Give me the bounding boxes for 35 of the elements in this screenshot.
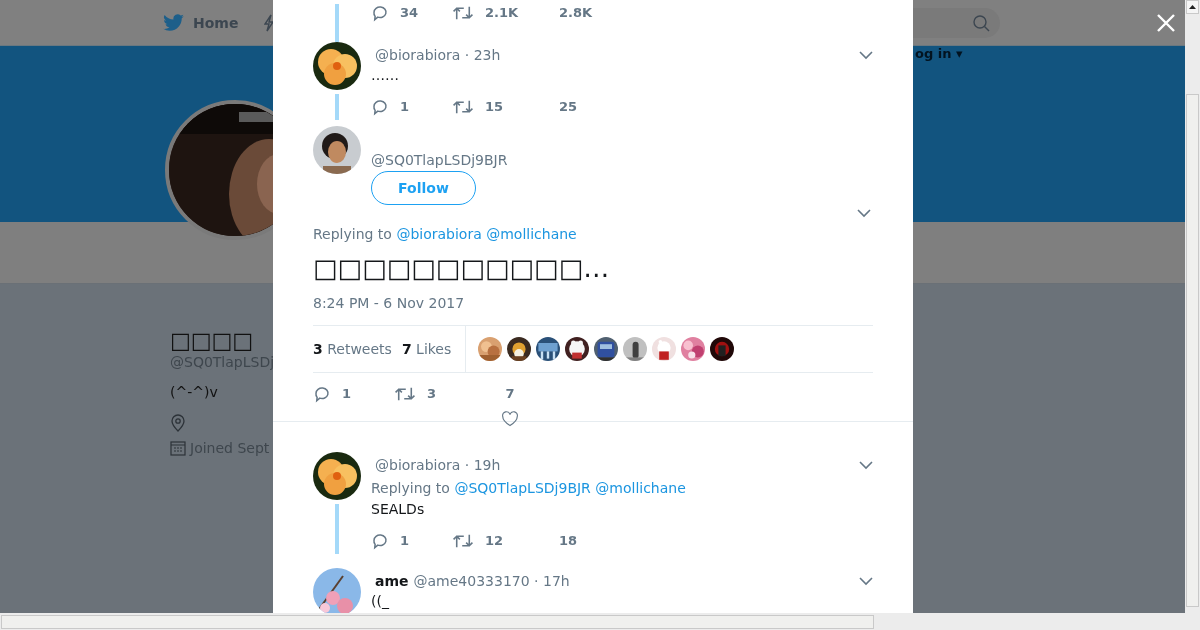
mention-link[interactable]: @biorabiora (396, 226, 482, 242)
login-link[interactable]: og in ▾ (915, 46, 963, 61)
tweet-meta: @ame40333170 · 17h (413, 573, 570, 589)
profile-name: □□□□ (170, 328, 254, 354)
display-name: ame (375, 573, 409, 589)
replying-to-line: Replying to @SQ0TlapLSDj9BJR @mollichane (371, 480, 687, 496)
tweet-meta: @biorabiora · 19h (375, 457, 501, 473)
retweet-count: 12 (485, 532, 504, 550)
like-count: 7 (505, 385, 515, 403)
likes-stat[interactable]: 7 Likes (401, 341, 452, 357)
tweet-text: ((_ (371, 592, 390, 610)
replying-to-line: Replying to @biorabiora @mollichane (313, 226, 578, 242)
mention-link[interactable]: @SQ0TlapLSDj9BJR (454, 480, 591, 496)
tweet-text: □□□□□□□□□□□… (313, 252, 611, 284)
retweet-count: 2.1K (485, 4, 519, 22)
reply-count: 1 (400, 532, 410, 550)
reply-count: 1 (400, 98, 410, 116)
user-handle: @SQ0TlapLSDj9BJR (371, 152, 508, 168)
mention-link[interactable]: @mollichane (595, 480, 686, 496)
retweet-count: 3 (427, 385, 437, 403)
reply-count: 1 (342, 385, 352, 403)
like-count: 2.8K (559, 4, 593, 22)
like-count: 18 (559, 532, 578, 550)
retweets-stat[interactable]: 3 Retweets (313, 341, 392, 357)
home-link[interactable]: Home (193, 14, 239, 31)
like-count: 25 (559, 98, 578, 116)
profile-bio: (^-^)v (170, 384, 218, 400)
tweet-meta: @biorabiora · 23h (375, 47, 501, 63)
reply-count: 34 (400, 4, 419, 22)
mention-link[interactable]: @mollichane (486, 226, 577, 242)
follow-button[interactable]: Follow (371, 171, 476, 205)
retweet-count: 15 (485, 98, 504, 116)
tweet-text: SEALDs (371, 500, 426, 518)
tweet-timestamp: 8:24 PM - 6 Nov 2017 (313, 295, 466, 311)
tweet-text: …… (371, 66, 400, 84)
